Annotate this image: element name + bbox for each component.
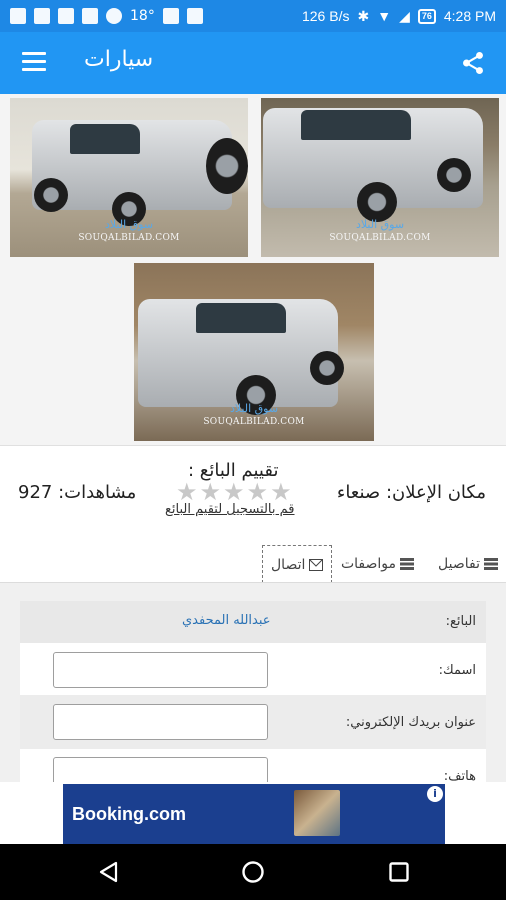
twitter-icon [162, 8, 179, 24]
car-photo-3[interactable]: سوق البلاد SOUQALBILAD.COM [134, 263, 374, 441]
home-icon[interactable] [241, 860, 265, 884]
battery-icon: 76 [417, 8, 436, 24]
ad-banner[interactable]: Booking.com i [63, 784, 445, 844]
tab-contact[interactable]: اتصال [262, 545, 333, 583]
download-done-icon [186, 8, 203, 24]
seller-row: البائع: عبدالله المحفدي [20, 601, 486, 643]
star-icon: ★ [270, 478, 292, 506]
views-count: مشاهدات: 927 [18, 482, 136, 503]
system-status: 126 B/s ✱ ▼ ◢ 76 4:28 PM [302, 8, 496, 25]
signal-icon: ◢ [399, 7, 410, 24]
status-bar: 18° 126 B/s ✱ ▼ ◢ 76 4:28 PM [0, 0, 506, 32]
ad-info-icon[interactable]: i [427, 786, 443, 802]
back-icon[interactable] [97, 860, 121, 884]
seller-label: البائع: [445, 614, 476, 629]
tab-label: تفاصيل [438, 556, 480, 572]
tab-label: اتصال [271, 556, 306, 573]
star-icon: ★ [223, 478, 245, 506]
tab-bar: تفاصيل مواصفات اتصال [0, 545, 506, 583]
image-icon [82, 8, 98, 24]
hamburger-icon [22, 52, 46, 55]
email-row: عنوان بريدك الإلكتروني: [20, 695, 486, 749]
location-label: مكان الإعلان: [385, 482, 486, 503]
location-value: صنعاء [336, 482, 381, 503]
car-photo-2[interactable]: سوق البلاد SOUQALBILAD.COM [261, 98, 499, 257]
tab-details[interactable]: تفاصيل [438, 545, 498, 583]
network-speed: 126 B/s [301, 8, 350, 24]
app-bar: سيارات [0, 32, 506, 94]
share-icon[interactable] [460, 50, 486, 76]
ad-info: مشاهدات: 927 تقييم البائع : ★ ★ ★ ★ ★ قم… [0, 452, 506, 530]
screen: 18° 126 B/s ✱ ▼ ◢ 76 4:28 PM سيارات سوق … [0, 0, 506, 900]
facebook-icon [10, 8, 26, 24]
watermark-ar: سوق البلاد [355, 218, 405, 231]
tab-label: مواصفات [340, 556, 396, 572]
tab-specs[interactable]: مواصفات [341, 545, 414, 583]
clock: 4:28 PM [443, 8, 496, 24]
email-input[interactable] [53, 704, 268, 740]
star-icon: ★ [199, 478, 222, 506]
phone-row: هاتف: [20, 749, 486, 793]
car-photo-1[interactable]: سوق البلاد SOUQALBILAD.COM [10, 98, 248, 257]
news-icon [58, 8, 74, 24]
list-icon [400, 558, 414, 570]
watermark-ar: سوق البلاد [104, 218, 154, 231]
bluetooth-icon: ✱ [357, 7, 370, 24]
star-icon: ★ [176, 478, 198, 506]
email-label: عنوان بريدك الإلكتروني: [345, 715, 476, 730]
seller-name[interactable]: عبدالله المحفدي [182, 613, 271, 628]
temperature: 18° [130, 8, 155, 24]
ad-location: مكان الإعلان: صنعاء [337, 482, 486, 503]
gmail-icon [34, 8, 50, 24]
rating-stars: ★ ★ ★ ★ ★ [176, 480, 292, 504]
name-row: اسمك: [20, 643, 486, 695]
navigation-bar [0, 844, 506, 900]
ad-area: Booking.com i [0, 782, 506, 844]
name-input[interactable] [53, 652, 268, 688]
wifi-icon: ▼ [377, 8, 392, 24]
list-icon [484, 558, 498, 570]
snapchat-icon [106, 8, 122, 24]
register-to-rate-link[interactable]: قم بالتسجيل لتقيم البائع [165, 502, 295, 517]
ad-thumbnail [294, 790, 340, 836]
watermark: SOUQALBILAD.COM [329, 233, 431, 243]
notification-icons: 18° [10, 8, 203, 24]
name-label: اسمك: [438, 663, 476, 678]
watermark: SOUQALBILAD.COM [203, 417, 305, 427]
page-title: سيارات [84, 47, 154, 72]
ad-brand: Booking.com [72, 803, 187, 824]
views-number: 927 [18, 482, 53, 503]
star-icon: ★ [246, 478, 269, 506]
envelope-icon [309, 558, 324, 571]
views-label: مشاهدات: [58, 482, 137, 503]
photo-gallery: سوق البلاد SOUQALBILAD.COM سوق البلاد SO… [0, 94, 506, 446]
watermark: SOUQALBILAD.COM [78, 233, 180, 243]
recents-icon[interactable] [387, 860, 411, 884]
menu-button[interactable] [22, 52, 46, 72]
contact-form: البائع: عبدالله المحفدي اسمك: عنوان بريد… [0, 582, 506, 793]
watermark-ar: سوق البلاد [229, 402, 279, 415]
